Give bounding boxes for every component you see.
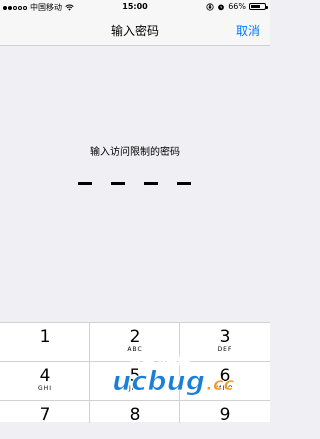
key-4[interactable]: 4 GHI [0,362,90,400]
key-digit: 1 [39,327,51,347]
keypad-divider [0,400,270,401]
key-digit: 4 [39,366,51,386]
status-right: 66% [206,2,268,11]
key-digit: 9 [219,405,231,425]
passcode-prompt: 输入访问限制的密码 [90,147,180,158]
ucbug-watermark-logo: 软件下载站 ucbug .cc [112,353,235,398]
watermark-brand: ucbug [112,366,205,397]
key-digit: 3 [219,327,231,347]
battery-percent: 66% [228,2,246,11]
nav-bar: 输入密码 取消 [0,14,270,46]
passcode-field[interactable] [78,182,192,186]
passcode-slot [144,182,158,185]
key-8[interactable]: 8 [90,401,180,439]
passcode-slot [111,182,125,185]
watermark-suffix: .cc [206,374,235,395]
key-7[interactable]: 7 [0,401,90,439]
key-letters: GHI [38,385,52,392]
key-digit: 2 [129,327,141,347]
status-bar: 中国移动 15:00 66% [0,0,270,14]
key-digit: 8 [129,405,141,425]
battery-fill [251,5,260,8]
passcode-slot [78,182,92,185]
passcode-slot [177,182,191,185]
key-1[interactable]: 1 [0,323,90,361]
page-title: 输入密码 [110,24,159,38]
key-9[interactable]: 9 [180,401,270,439]
alarm-icon [218,4,225,10]
keypad-divider [89,323,90,423]
orientation-lock-icon [206,2,214,11]
battery-icon [249,3,268,10]
cancel-button[interactable]: 取消 [236,22,260,39]
key-digit: 7 [39,405,51,425]
